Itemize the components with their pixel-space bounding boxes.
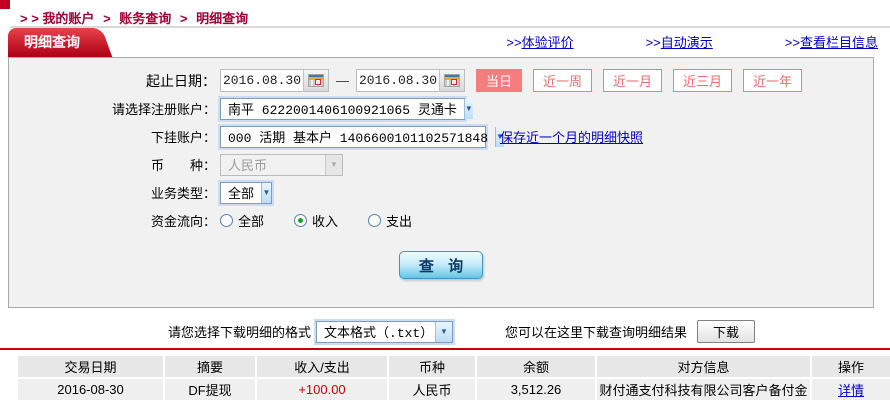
business-type-row: 业务类型： 全部 ▼ (9, 181, 873, 204)
download-button[interactable]: 下载 (697, 320, 755, 343)
business-type-select[interactable]: 全部 ▼ (220, 182, 272, 204)
chevron-down-icon: ▼ (464, 99, 473, 119)
query-form-panel: 起止日期： — 当日 近一周 近一月 近三月 近一年 请选择注册账户： 南平 6… (8, 57, 874, 308)
column-header-summary: 摘要 (165, 356, 255, 377)
breadcrumb-item-detail-query[interactable]: 明细查询 (196, 11, 248, 26)
breadcrumb: > > 我的账户 > 账务查询 > 明细查询 (0, 0, 890, 22)
date-range-label: 起止日期： (9, 71, 216, 91)
cell-date: 2016-08-30 (18, 379, 163, 400)
sub-account-row: 下挂账户： 000 活期 基本户 1406600101102571848 ▼ 保… (9, 125, 873, 148)
cell-summary: DF提现 (165, 379, 255, 400)
breadcrumb-separator: > (180, 11, 188, 26)
table-row: 2016-08-30 DF提现 +100.00 人民币 3,512.26 财付通… (18, 379, 890, 400)
end-date-input[interactable] (357, 70, 439, 91)
quick-range-quarter-button[interactable]: 近三月 (673, 69, 732, 92)
fund-flow-option-all[interactable]: 全部 (220, 211, 264, 230)
radio-icon (294, 214, 307, 227)
radio-icon (220, 214, 233, 227)
fund-flow-option-income[interactable]: 收入 (294, 211, 338, 230)
download-row: 请您选择下载明细的格式 文本格式（.txt） ▼ 您可以在这里下载查询明细结果 … (0, 320, 890, 343)
register-account-label: 请选择注册账户： (9, 99, 216, 118)
cell-amount: +100.00 (257, 379, 387, 400)
chevron-down-icon: ▼ (435, 322, 452, 342)
column-header-balance: 余额 (477, 356, 595, 377)
link-auto-demo[interactable]: >>自动演示 (646, 32, 713, 51)
result-table: 交易日期 摘要 收入/支出 币种 余额 对方信息 操作 2016-08-30 D… (16, 354, 890, 402)
download-format-label: 请您选择下载明细的格式 (168, 322, 311, 341)
date-range-row: 起止日期： — 当日 近一周 近一月 近三月 近一年 (9, 69, 873, 92)
link-experience-feedback[interactable]: >>体验评价 (506, 32, 573, 51)
sub-account-label: 下挂账户： (9, 127, 216, 146)
column-header-action: 操作 (812, 356, 890, 377)
start-date-calendar-button[interactable] (303, 70, 328, 91)
currency-label: 币 种： (9, 155, 216, 174)
cell-currency: 人民币 (389, 379, 475, 400)
download-hint-text: 您可以在这里下载查询明细结果 (505, 322, 687, 341)
query-button[interactable]: 查 询 (399, 251, 483, 279)
header-links: >>体验评价 >>自动演示 >>查看栏目信息 (506, 32, 878, 51)
end-date-calendar-button[interactable] (439, 70, 464, 91)
save-monthly-snapshot-link[interactable]: 保存近一个月的明细快照 (500, 127, 643, 146)
register-account-row: 请选择注册账户： 南平 6222001406100921065 灵通卡 ▼ (9, 97, 873, 120)
end-date-widget (356, 69, 465, 92)
currency-row: 币 种： 人民币 ▼ (9, 153, 873, 176)
column-header-date: 交易日期 (18, 356, 163, 377)
start-date-input[interactable] (221, 70, 303, 91)
column-header-currency: 币种 (389, 356, 475, 377)
link-view-column-info[interactable]: >>查看栏目信息 (785, 32, 878, 51)
start-date-widget (220, 69, 329, 92)
currency-select: 人民币 ▼ (220, 154, 343, 176)
breadcrumb-item-account-query[interactable]: 账务查询 (119, 11, 171, 26)
corner-red-mark (0, 0, 10, 9)
cell-counterparty: 财付通支付科技有限公司客户备付金 (597, 379, 810, 400)
chevron-down-icon: ▼ (261, 183, 271, 203)
cell-action: 详情 (812, 379, 890, 400)
breadcrumb-chevrons: > > (20, 11, 39, 26)
breadcrumb-item-my-account[interactable]: 我的账户 (42, 11, 94, 26)
business-type-label: 业务类型： (9, 183, 216, 202)
chevron-down-icon: ▼ (325, 155, 342, 175)
radio-icon (368, 214, 381, 227)
table-header-row: 交易日期 摘要 收入/支出 币种 余额 对方信息 操作 (18, 356, 890, 377)
sub-account-select[interactable]: 000 活期 基本户 1406600101102571848 ▼ (220, 126, 486, 148)
quick-range-week-button[interactable]: 近一周 (533, 69, 592, 92)
column-header-amount: 收入/支出 (257, 356, 387, 377)
quick-range-today-button[interactable]: 当日 (476, 69, 522, 92)
section-header: 明细查询 >>体验评价 >>自动演示 >>查看栏目信息 (8, 28, 890, 57)
fund-flow-label: 资金流向： (9, 211, 216, 230)
quick-range-month-button[interactable]: 近一月 (603, 69, 662, 92)
quick-range-year-button[interactable]: 近一年 (743, 69, 802, 92)
column-header-counterparty: 对方信息 (597, 356, 810, 377)
table-top-rule (0, 348, 890, 350)
calendar-icon (308, 74, 324, 87)
fund-flow-option-expense[interactable]: 支出 (368, 211, 412, 230)
tab-detail-query[interactable]: 明细查询 (8, 28, 94, 57)
cell-balance: 3,512.26 (477, 379, 595, 400)
fund-flow-row: 资金流向： 全部 收入 支出 (9, 209, 873, 232)
download-format-select[interactable]: 文本格式（.txt） ▼ (316, 321, 453, 343)
breadcrumb-separator: > (103, 11, 111, 26)
date-range-separator: — (336, 73, 349, 88)
register-account-select[interactable]: 南平 6222001406100921065 灵通卡 ▼ (220, 98, 465, 120)
calendar-icon (444, 74, 460, 87)
detail-link[interactable]: 详情 (838, 383, 864, 398)
